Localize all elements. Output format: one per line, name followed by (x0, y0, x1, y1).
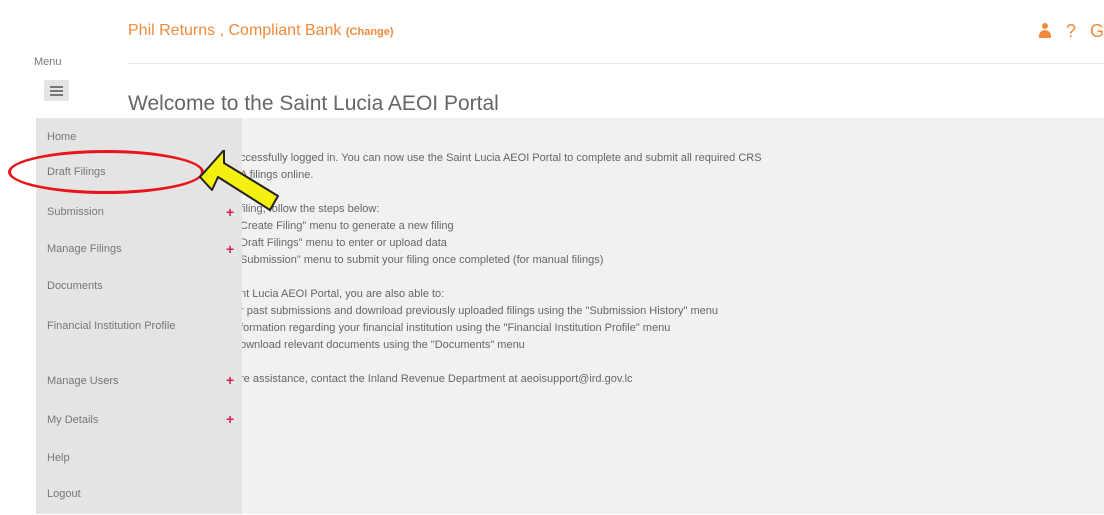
content-line: A filings online. (240, 169, 314, 181)
expand-my-details-icon[interactable]: + (226, 411, 234, 427)
user-org-name: Phil Returns , Compliant Bank (128, 22, 342, 39)
user-org-line: Phil Returns , Compliant Bank (Change) (128, 22, 394, 40)
content-line: Draft Filings" menu to enter or upload d… (240, 237, 447, 249)
user-icon[interactable] (1038, 23, 1052, 39)
highlight-ellipse (8, 150, 204, 194)
top-icons: ? G (1038, 20, 1104, 42)
welcome-text: ccessfully logged in. You can now use th… (240, 150, 1104, 388)
menu-item-my-details[interactable]: My Details (47, 413, 98, 427)
menu-item-submission[interactable]: Submission (47, 205, 104, 219)
menu-item-manage-filings[interactable]: Manage Filings (47, 242, 122, 256)
page-title: Welcome to the Saint Lucia AEOI Portal (128, 92, 499, 116)
content-line: re assistance, contact the Inland Revenu… (240, 373, 633, 385)
content-line: r past submissions and download previous… (240, 305, 719, 317)
menu-label: Menu (34, 56, 62, 68)
header-rule (128, 63, 1104, 64)
hamburger-menu-button[interactable] (44, 80, 69, 101)
content-line (240, 184, 1104, 201)
menu-item-manage-users[interactable]: Manage Users (47, 374, 119, 388)
content-line: ownload relevant documents using the "Do… (240, 339, 525, 351)
content-line (240, 354, 1104, 371)
pointer-arrow-icon (199, 150, 279, 211)
content-line (240, 269, 1104, 286)
expand-manage-filings-icon[interactable]: + (226, 241, 234, 257)
content-line: ccessfully logged in. You can now use th… (240, 152, 762, 164)
content-line: Submission" menu to submit your filing o… (240, 254, 604, 266)
help-icon[interactable]: ? (1066, 21, 1076, 42)
menu-item-documents[interactable]: Documents (47, 279, 103, 293)
content-line: filing, follow the steps below: (240, 203, 380, 215)
expand-manage-users-icon[interactable]: + (226, 372, 234, 388)
menu-item-help[interactable]: Help (47, 451, 70, 465)
logout-icon[interactable]: G (1090, 21, 1104, 42)
content-line: formation regarding your financial insti… (240, 322, 671, 334)
change-link[interactable]: (Change) (346, 26, 394, 38)
menu-item-logout[interactable]: Logout (47, 487, 81, 501)
menu-item-financial-institution-profile[interactable]: Financial Institution Profile (47, 317, 197, 335)
content-line: nt Lucia AEOI Portal, you are also able … (240, 288, 445, 300)
menu-item-home[interactable]: Home (47, 130, 76, 144)
content-line: Create Filing" menu to generate a new fi… (240, 220, 454, 232)
